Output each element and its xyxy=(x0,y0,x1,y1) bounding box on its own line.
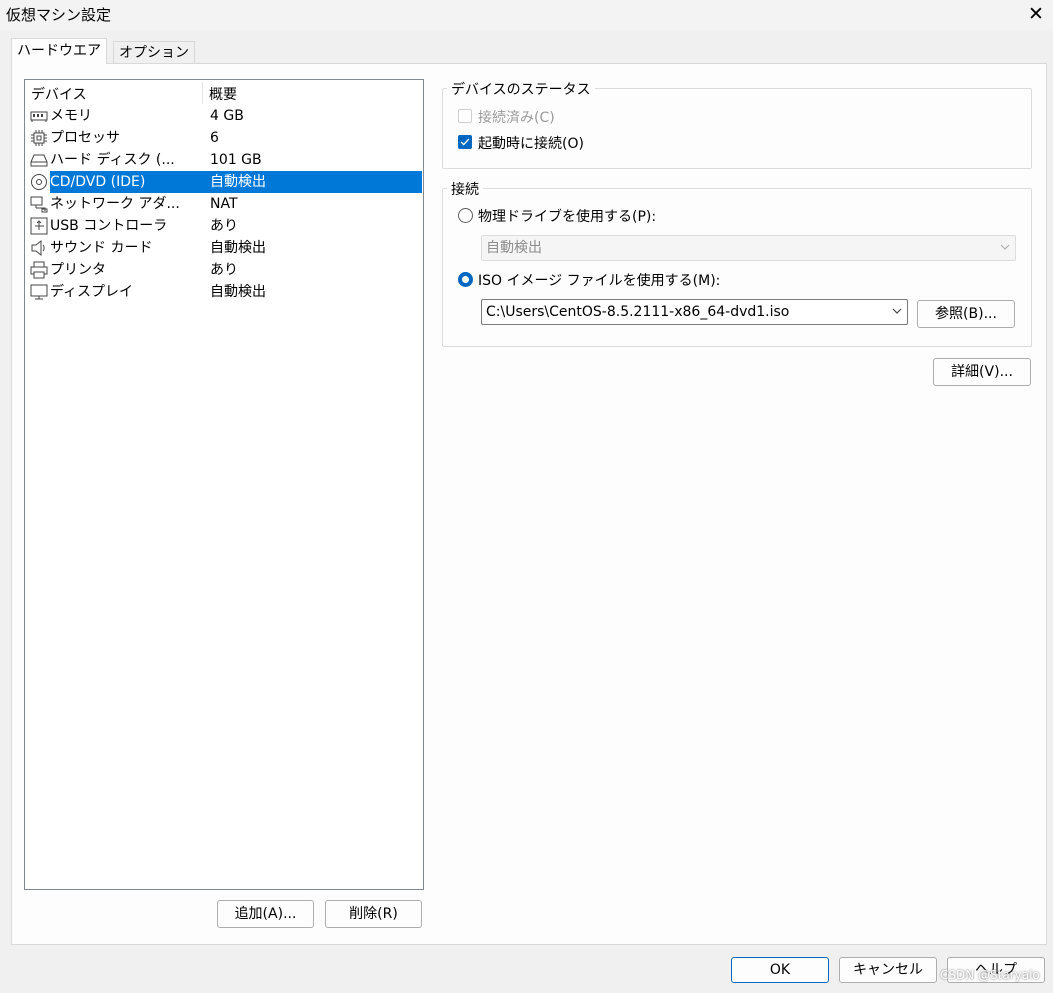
physical-drive-value: 自動検出 xyxy=(486,240,542,256)
ok-button[interactable]: OK xyxy=(731,957,829,983)
chevron-down-icon xyxy=(1000,244,1010,250)
hard-disk-icon xyxy=(30,154,48,167)
device-row-cd-dvd[interactable]: CD/DVD (IDE) 自動検出 xyxy=(28,171,422,193)
device-summary: 6 xyxy=(210,130,219,146)
usb-icon xyxy=(30,217,48,235)
device-row-usb-controller[interactable]: USB コントローラ あり xyxy=(28,215,422,237)
device-row-display[interactable]: ディスプレイ 自動検出 xyxy=(28,281,422,303)
device-row-sound-card[interactable]: サウンド カード 自動検出 xyxy=(28,237,422,259)
device-summary: 4 GB xyxy=(210,108,244,124)
chevron-down-icon xyxy=(892,308,902,314)
device-summary: 自動検出 xyxy=(210,240,266,256)
iso-image-radio[interactable] xyxy=(458,272,473,287)
title-bar xyxy=(0,0,1053,30)
iso-path-combo[interactable]: C:\Users\CentOS-8.5.2111-x86_64-dvd1.iso xyxy=(481,299,908,325)
device-name: ディスプレイ xyxy=(50,284,134,300)
physical-drive-select[interactable]: 自動検出 xyxy=(481,235,1016,261)
device-summary: 101 GB xyxy=(210,152,262,168)
connection-legend: 接続 xyxy=(447,179,483,199)
processor-icon xyxy=(31,130,47,146)
tab-hardware[interactable]: ハードウエア xyxy=(11,38,107,64)
device-name: サウンド カード xyxy=(50,240,153,256)
device-summary: 自動検出 xyxy=(210,284,266,300)
advanced-button[interactable]: 詳細(V)... xyxy=(933,358,1031,386)
display-icon xyxy=(30,284,48,300)
column-header-summary[interactable]: 概要 xyxy=(209,84,237,104)
physical-drive-label: 物理ドライブを使用する(P): xyxy=(478,209,657,225)
iso-path-value: C:\Users\CentOS-8.5.2111-x86_64-dvd1.iso xyxy=(486,304,790,320)
printer-icon xyxy=(30,261,48,279)
device-name: プロセッサ xyxy=(50,130,120,146)
device-status-legend: デバイスのステータス xyxy=(447,79,595,99)
device-name: ハード ディスク (... xyxy=(50,152,175,168)
tab-options[interactable]: オプション xyxy=(113,41,195,64)
column-divider[interactable] xyxy=(202,82,203,104)
memory-icon xyxy=(30,111,48,122)
connected-label: 接続済み(C) xyxy=(478,110,555,126)
device-summary: あり xyxy=(210,262,238,278)
device-list[interactable]: デバイス 概要 メモリ 4 GB プロセッサ 6 ハード ディスク (... 1… xyxy=(24,79,424,890)
close-button[interactable]: ✕ xyxy=(1026,3,1046,25)
watermark: CSDN @Staryalo xyxy=(940,968,1040,982)
device-summary: 自動検出 xyxy=(202,171,422,193)
column-header-device[interactable]: デバイス xyxy=(31,84,87,104)
iso-image-label: ISO イメージ ファイルを使用する(M): xyxy=(478,273,721,289)
window-title: 仮想マシン設定 xyxy=(6,6,112,24)
sound-card-icon xyxy=(31,239,45,257)
remove-device-button[interactable]: 削除(R) xyxy=(325,900,422,928)
device-name: プリンタ xyxy=(50,262,106,278)
device-name: CD/DVD (IDE) xyxy=(50,171,202,193)
device-status-group xyxy=(442,88,1032,169)
device-row-memory[interactable]: メモリ 4 GB xyxy=(28,105,422,127)
device-row-printer[interactable]: プリンタ あり xyxy=(28,259,422,281)
device-name: メモリ xyxy=(50,108,92,124)
physical-drive-radio[interactable] xyxy=(458,208,473,223)
connected-checkbox[interactable] xyxy=(458,109,472,123)
connect-at-power-on-label: 起動時に接続(O) xyxy=(478,136,584,152)
cd-dvd-icon xyxy=(31,174,47,190)
device-row-hard-disk[interactable]: ハード ディスク (... 101 GB xyxy=(28,149,422,171)
device-row-processor[interactable]: プロセッサ 6 xyxy=(28,127,422,149)
device-summary: あり xyxy=(210,218,238,234)
device-name: USB コントローラ xyxy=(50,218,168,234)
add-device-button[interactable]: 追加(A)... xyxy=(217,900,314,928)
checkmark-icon xyxy=(460,138,470,146)
browse-button[interactable]: 参照(B)... xyxy=(917,300,1015,328)
cancel-button[interactable]: キャンセル xyxy=(839,957,937,983)
device-name: ネットワーク アダ... xyxy=(50,196,180,212)
connect-at-power-on-checkbox[interactable] xyxy=(458,135,472,149)
network-adapter-icon xyxy=(30,196,48,213)
device-row-network-adapter[interactable]: ネットワーク アダ... NAT xyxy=(28,193,422,215)
device-summary: NAT xyxy=(210,196,238,212)
